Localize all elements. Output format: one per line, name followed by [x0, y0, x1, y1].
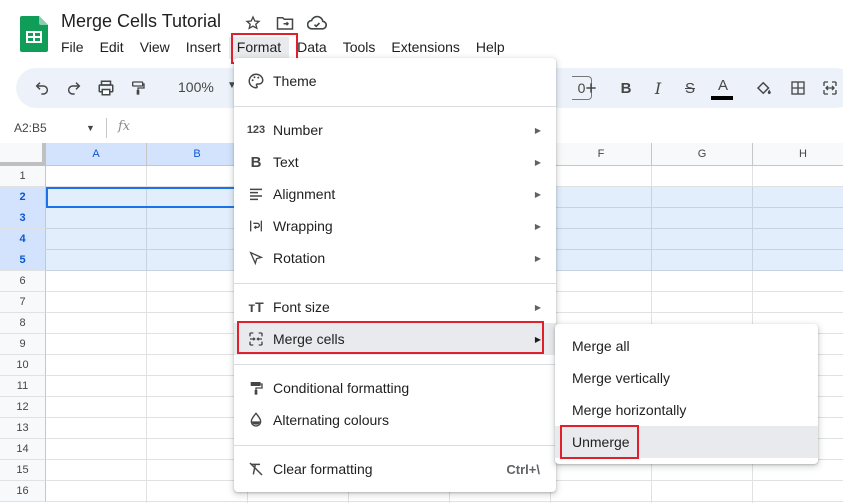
text-color-swatch [711, 96, 733, 100]
bold-icon[interactable]: B [614, 76, 638, 100]
cloud-status-icon[interactable] [306, 13, 328, 33]
row-header-7[interactable]: 7 [0, 292, 46, 313]
active-cell-outline [46, 187, 241, 208]
font-size-icon: тT [248, 299, 264, 315]
zoom-select[interactable]: 100% [178, 79, 214, 95]
print-icon[interactable] [94, 76, 118, 100]
menu-view[interactable]: View [132, 37, 178, 59]
row-header-14[interactable]: 14 [0, 439, 46, 460]
paint-format-icon[interactable] [126, 76, 150, 100]
submenu-merge-vertically[interactable]: Merge vertically [555, 362, 818, 394]
submenu-arrow-icon: ▶ [534, 253, 541, 263]
menu-edit[interactable]: Edit [92, 37, 132, 59]
menu-font-size[interactable]: тT Font size ▶ [234, 291, 556, 323]
menu-divider [234, 364, 556, 365]
menu-divider [234, 106, 556, 107]
column-header-f[interactable]: F [551, 143, 652, 166]
alternating-colours-icon [246, 410, 266, 430]
function-icon: fx [118, 119, 131, 134]
submenu-arrow-icon: ▶ [534, 221, 541, 231]
row-header-11[interactable]: 11 [0, 376, 46, 397]
unmerge-highlight-box [560, 425, 639, 459]
row-header-2[interactable]: 2 [0, 187, 46, 208]
borders-icon[interactable] [786, 76, 810, 100]
star-icon[interactable] [242, 13, 264, 33]
menu-tools[interactable]: Tools [335, 37, 384, 59]
column-header-b[interactable]: B [147, 143, 248, 166]
clear-formatting-icon [246, 459, 266, 479]
row-header-8[interactable]: 8 [0, 313, 46, 334]
menu-file[interactable]: File [53, 37, 92, 59]
text-rotation-icon [246, 248, 266, 268]
menu-alignment[interactable]: Alignment ▶ [234, 178, 556, 210]
menu-rotation[interactable]: Rotation ▶ [234, 242, 556, 274]
merge-cells-highlight-box [237, 321, 544, 354]
menu-text[interactable]: B Text ▶ [234, 146, 556, 178]
shortcut-label: Ctrl+\ [506, 461, 540, 477]
palette-icon [246, 71, 266, 91]
menu-theme[interactable]: Theme [234, 65, 556, 97]
align-left-icon [246, 184, 266, 204]
increase-font-size-icon[interactable] [579, 76, 603, 100]
menu-insert[interactable]: Insert [178, 37, 229, 59]
row-header-6[interactable]: 6 [0, 271, 46, 292]
move-folder-icon[interactable] [274, 13, 296, 33]
undo-icon[interactable] [30, 76, 54, 100]
column-header-a[interactable]: A [46, 143, 147, 166]
menu-alternating-colours[interactable]: Alternating colours [234, 404, 556, 436]
column-header-h[interactable]: H [753, 143, 843, 166]
document-title[interactable]: Merge Cells Tutorial [61, 11, 221, 32]
menu-help[interactable]: Help [468, 37, 513, 59]
submenu-merge-horizontally[interactable]: Merge horizontally [555, 394, 818, 426]
menu-divider [234, 283, 556, 284]
text-bold-icon: B [250, 153, 262, 171]
format-menu: Theme 123 Number ▶ B Text ▶ Alignment ▶ … [234, 58, 556, 492]
row-header-5[interactable]: 5 [0, 250, 46, 271]
row-header-16[interactable]: 16 [0, 481, 46, 502]
submenu-merge-all[interactable]: Merge all [555, 330, 818, 362]
menu-divider [234, 445, 556, 446]
name-box-caret-icon[interactable]: ▼ [86, 123, 95, 133]
conditional-format-icon [246, 378, 266, 398]
menu-number[interactable]: 123 Number ▶ [234, 114, 556, 146]
row-header-1[interactable]: 1 [0, 166, 46, 187]
select-all-corner[interactable] [0, 143, 46, 166]
row-header-4[interactable]: 4 [0, 229, 46, 250]
redo-icon[interactable] [62, 76, 86, 100]
menu-wrapping[interactable]: Wrapping ▶ [234, 210, 556, 242]
row-header-13[interactable]: 13 [0, 418, 46, 439]
name-box[interactable]: A2:B5 [14, 121, 47, 135]
sheets-logo[interactable] [20, 16, 48, 52]
formula-divider [106, 118, 107, 138]
fill-color-icon[interactable] [752, 76, 776, 100]
menu-clear-formatting[interactable]: Clear formatting Ctrl+\ [234, 453, 556, 485]
submenu-arrow-icon: ▶ [534, 302, 541, 312]
row-header-3[interactable]: 3 [0, 208, 46, 229]
menu-extensions[interactable]: Extensions [383, 37, 467, 59]
row-header-12[interactable]: 12 [0, 397, 46, 418]
row-header-15[interactable]: 15 [0, 460, 46, 481]
submenu-arrow-icon: ▶ [534, 125, 541, 135]
strikethrough-icon[interactable]: S [678, 76, 702, 100]
column-header-g[interactable]: G [652, 143, 753, 166]
menu-conditional-formatting[interactable]: Conditional formatting [234, 372, 556, 404]
row-header-10[interactable]: 10 [0, 355, 46, 376]
italic-icon[interactable]: I [646, 76, 670, 100]
merge-cells-toolbar-icon[interactable] [818, 76, 842, 100]
submenu-arrow-icon: ▶ [534, 157, 541, 167]
row-header-9[interactable]: 9 [0, 334, 46, 355]
number-format-icon: 123 [246, 124, 266, 136]
submenu-arrow-icon: ▶ [534, 189, 541, 199]
text-wrap-icon [246, 216, 266, 236]
